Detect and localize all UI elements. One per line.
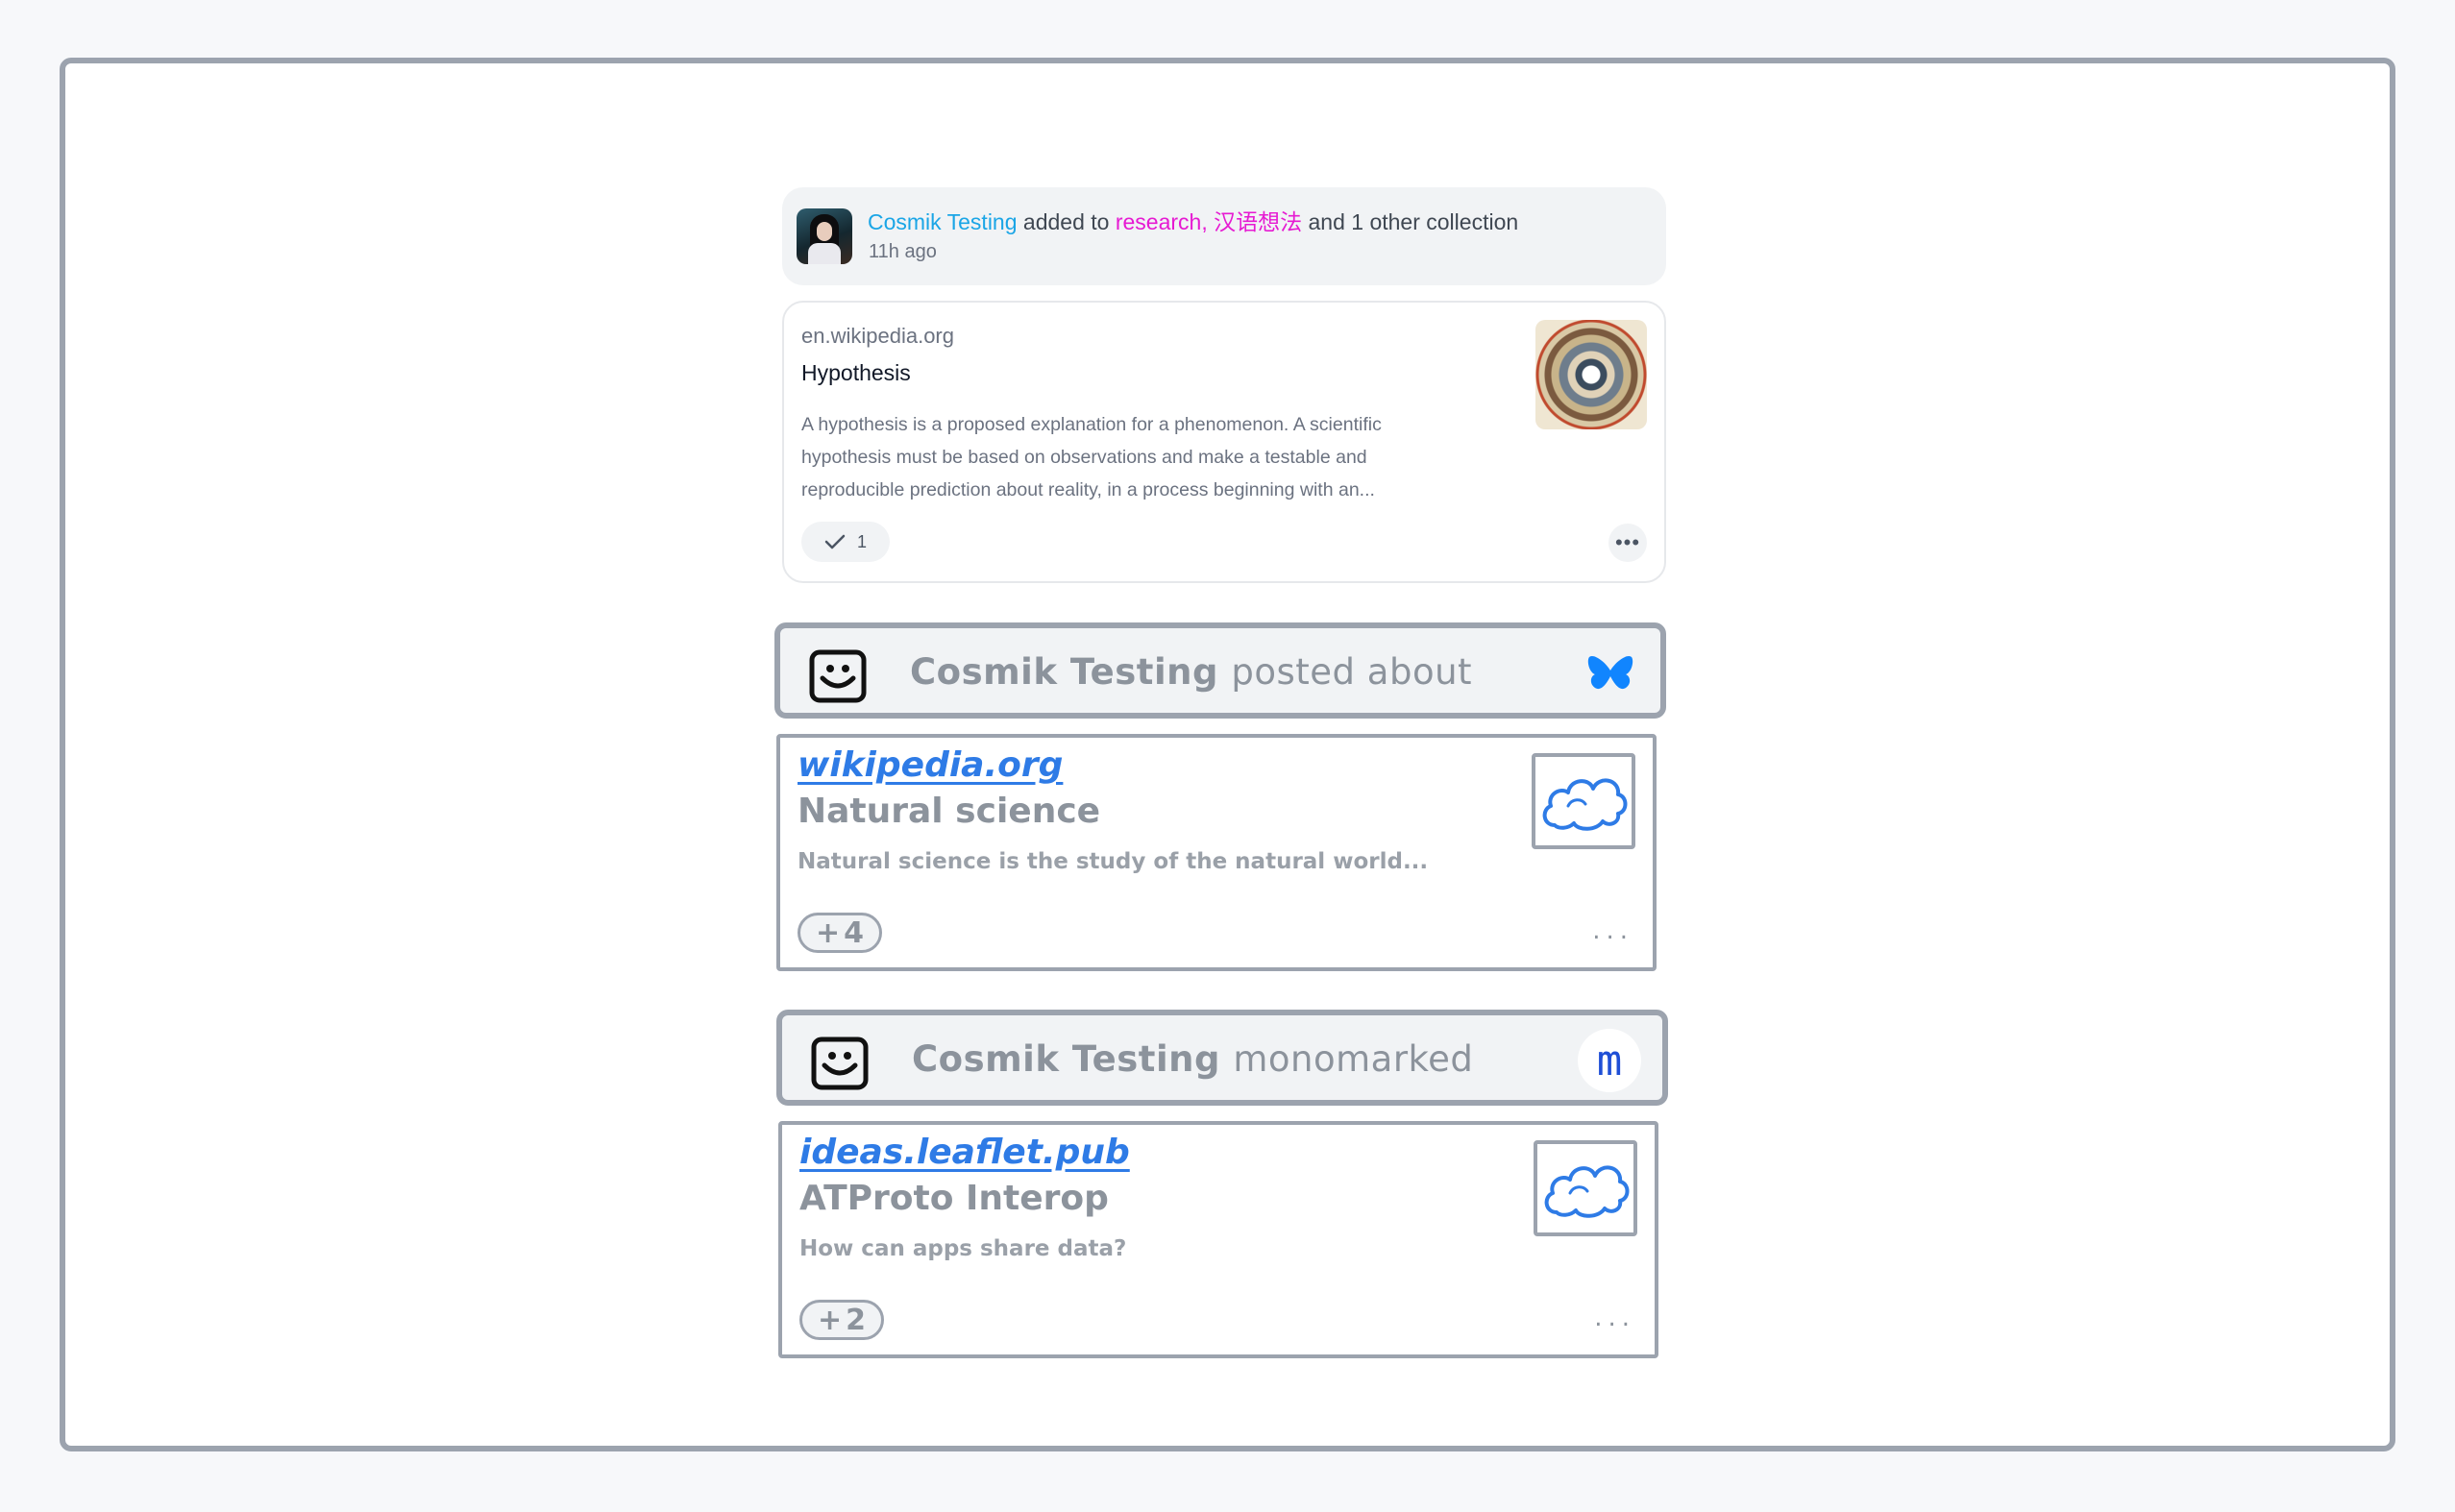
more-options-button[interactable]: •••	[1608, 524, 1647, 562]
activity-user-link[interactable]: Cosmik Testing	[868, 209, 1018, 234]
plus-icon: +	[817, 1303, 843, 1337]
activity-suffix[interactable]: and 1 other collection	[1309, 209, 1519, 234]
plus-icon: +	[815, 915, 841, 950]
collection-link-chinese[interactable]: 汉语想法	[1214, 209, 1302, 234]
monomarks-m-icon[interactable]: m	[1578, 1029, 1641, 1092]
url-card-natural-science[interactable]: wikipedia.org Natural science Natural sc…	[776, 734, 1657, 971]
saved-count: 1	[856, 531, 867, 551]
post-header-label: Cosmik Testing posted about	[910, 651, 1472, 693]
card-thumbnail	[1532, 753, 1635, 849]
url-card-atproto-interop[interactable]: ideas.leaflet.pub ATProto Interop How ca…	[778, 1121, 1658, 1358]
checkmark-icon	[824, 534, 846, 549]
activity-timestamp: 11h ago	[869, 241, 937, 262]
card-thumbnail-image	[1535, 320, 1647, 429]
collection-separator: ,	[1201, 209, 1208, 234]
post-header-label: Cosmik Testing monomarked	[912, 1038, 1473, 1080]
url-card-hypothesis[interactable]: en.wikipedia.org Hypothesis A hypothesis…	[782, 301, 1666, 583]
card-description: Natural science is the study of the natu…	[798, 849, 1429, 874]
smiley-face-icon[interactable]	[811, 1036, 869, 1090]
activity-text: Cosmik Testing added to research, 汉语想法 a…	[868, 204, 1518, 236]
post-header-monomarks: Cosmik Testing monomarked m	[776, 1010, 1668, 1106]
post-verb: posted about	[1231, 651, 1473, 693]
add-to-collection-button[interactable]: + 2	[799, 1300, 884, 1340]
card-domain: en.wikipedia.org	[801, 324, 954, 348]
card-thumbnail	[1534, 1140, 1637, 1236]
smiley-face-icon[interactable]	[809, 649, 867, 703]
cloud-icon	[1544, 1165, 1630, 1218]
more-options-button[interactable]: ...	[1592, 916, 1633, 945]
bluesky-butterfly-icon[interactable]	[1587, 653, 1633, 694]
card-title[interactable]: Hypothesis	[801, 360, 911, 386]
card-description: A hypothesis is a proposed explanation f…	[801, 414, 1382, 500]
activity-verb: added to	[1022, 209, 1110, 234]
card-description: How can apps share data?	[799, 1236, 1127, 1261]
card-title[interactable]: ATProto Interop	[799, 1179, 1109, 1218]
collection-count: 4	[844, 915, 864, 950]
post-user[interactable]: Cosmik Testing	[912, 1038, 1220, 1080]
card-title[interactable]: Natural science	[798, 792, 1100, 831]
collection-link-research[interactable]: research	[1116, 209, 1201, 234]
more-options-button[interactable]: ...	[1594, 1304, 1635, 1332]
avatar[interactable]	[797, 208, 852, 264]
post-user[interactable]: Cosmik Testing	[910, 651, 1218, 693]
activity-header: Cosmik Testing added to research, 汉语想法 a…	[782, 187, 1666, 285]
add-to-collection-button[interactable]: + 4	[798, 913, 882, 953]
card-domain-link[interactable]: wikipedia.org	[798, 745, 1063, 785]
cloud-icon	[1542, 778, 1628, 831]
saved-count-button[interactable]: 1	[801, 522, 890, 562]
card-domain-link[interactable]: ideas.leaflet.pub	[799, 1133, 1130, 1172]
post-verb: monomarked	[1233, 1038, 1474, 1080]
collection-count: 2	[846, 1303, 866, 1337]
post-header-bluesky: Cosmik Testing posted about	[774, 622, 1666, 719]
